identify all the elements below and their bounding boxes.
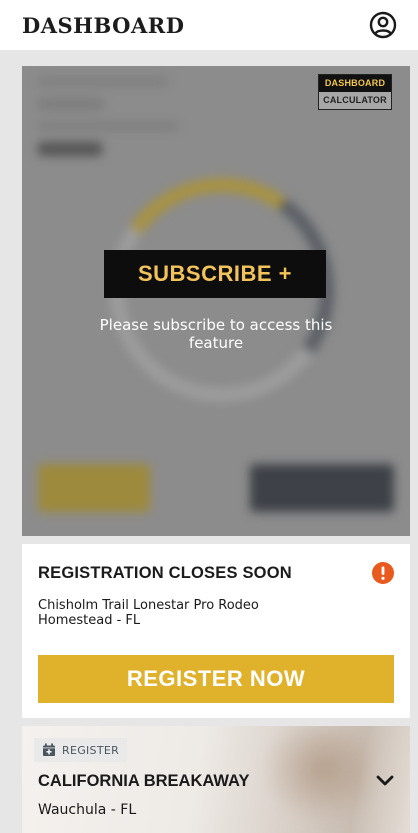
blurred-dashboard-preview [22, 66, 410, 536]
chevron-down-icon [376, 775, 394, 786]
register-chip[interactable]: REGISTER [34, 738, 128, 762]
event-card[interactable]: REGISTER CALIFORNIA BREAKAWAY Wauchula -… [22, 726, 410, 833]
alert-circle-icon [372, 562, 394, 584]
event-location: Homestead - FL [38, 613, 141, 628]
locked-dashboard-card: DASHBOARD CALCULATOR SUBSCRIBE + Please … [22, 66, 410, 536]
dashboard-calculator-toggle: DASHBOARD CALCULATOR [318, 74, 392, 110]
calendar-plus-icon [43, 743, 55, 756]
event-background-photo [250, 726, 370, 833]
register-chip-label: REGISTER [62, 743, 120, 757]
subscribe-message: Please subscribe to access this feature [99, 316, 333, 352]
registration-event-info: Chisholm Trail Lonestar Pro Rodeo Homest… [38, 598, 338, 628]
profile-button[interactable] [368, 10, 398, 40]
subscribe-button[interactable]: SUBSCRIBE + [104, 250, 326, 298]
registration-title: REGISTRATION CLOSES SOON [38, 564, 292, 582]
event-card-location: Wauchula - FL [38, 802, 137, 818]
page-title: DASHBOARD [22, 12, 185, 38]
app-header: DASHBOARD [0, 0, 418, 50]
registration-card: REGISTRATION CLOSES SOON Chisholm Trail … [22, 544, 410, 718]
user-circle-icon [369, 11, 397, 39]
toggle-option-dashboard[interactable]: DASHBOARD [319, 75, 391, 92]
expand-button[interactable] [374, 770, 396, 792]
register-now-button[interactable]: REGISTER NOW [38, 655, 394, 703]
event-name: Chisholm Trail Lonestar Pro Rodeo [38, 598, 259, 613]
event-title: CALIFORNIA BREAKAWAY [38, 772, 250, 790]
toggle-option-calculator[interactable]: CALCULATOR [319, 92, 391, 109]
